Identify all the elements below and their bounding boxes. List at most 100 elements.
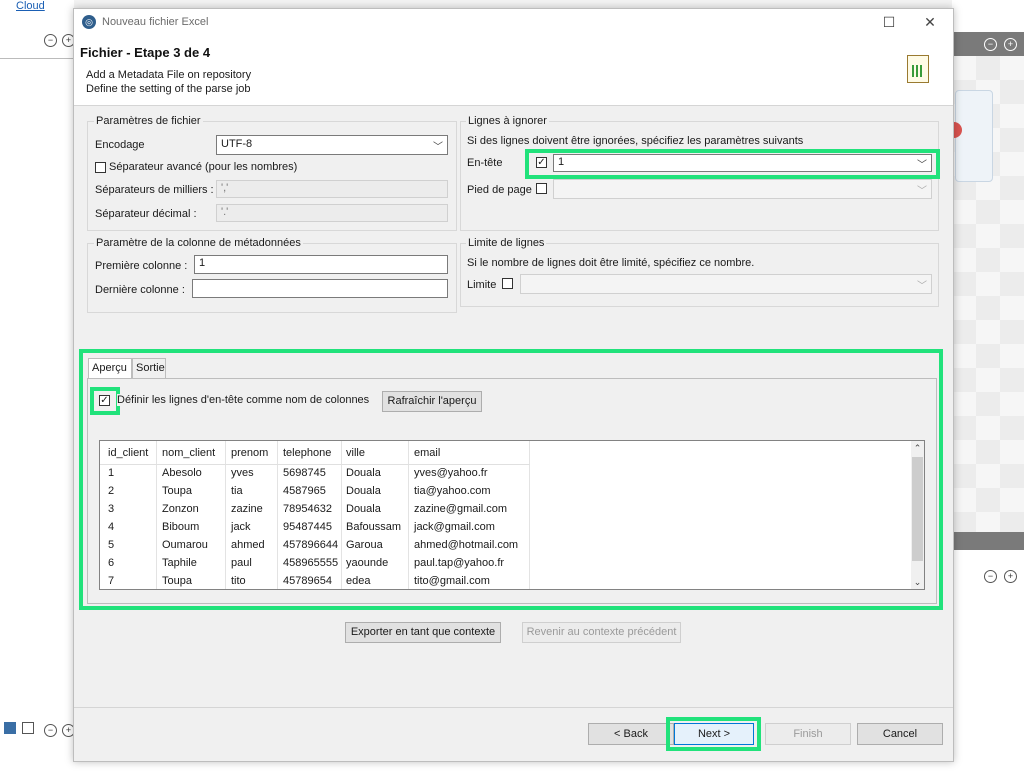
first-column-label: Première colonne : xyxy=(95,260,188,272)
header-lines-select[interactable]: 1 ﹀ xyxy=(553,154,932,172)
column-header[interactable]: prenom xyxy=(231,447,268,459)
table-cell: Douala xyxy=(346,503,381,515)
column-header[interactable]: telephone xyxy=(283,447,331,459)
column-header[interactable]: id_client xyxy=(108,447,148,459)
table-cell: zazine xyxy=(231,503,263,515)
table-cell: ahmed@hotmail.com xyxy=(414,539,519,551)
table-cell: 457896644 xyxy=(283,539,339,551)
table-cell: 2 xyxy=(108,485,115,497)
table-cell: paul xyxy=(231,557,252,569)
maximize-view-icon-3[interactable]: + xyxy=(1004,38,1017,51)
wizard-header: Fichier - Etape 3 de 4 Add a Metadata Fi… xyxy=(74,35,953,106)
view-header-bar-2 xyxy=(952,532,1024,550)
chevron-down-icon: ﹀ xyxy=(917,160,927,171)
table-header-row: id_client nom_client prenom telephone vi… xyxy=(100,444,530,462)
dialog-titlebar: ◎ Nouveau fichier Excel ☐ ✕ xyxy=(74,9,953,35)
table-cell: Garoua xyxy=(346,539,383,551)
new-excel-file-dialog: ◎ Nouveau fichier Excel ☐ ✕ Fichier - Et… xyxy=(73,8,954,762)
table-row[interactable]: 2 Toupa tia 4587965 Douala tia@yahoo.com xyxy=(100,482,530,500)
limit-checkbox[interactable] xyxy=(502,278,513,289)
ignore-lines-description: Si des lignes doivent être ignorées, spé… xyxy=(467,135,804,147)
table-cell: Toupa xyxy=(162,485,192,497)
decimal-separator-label: Séparateur décimal : xyxy=(95,208,197,220)
column-header[interactable]: ville xyxy=(346,447,365,459)
table-cell: 5 xyxy=(108,539,115,551)
table-row[interactable]: 4 Biboum jack 95487445 Bafoussam jack@gm… xyxy=(100,518,530,536)
last-column-input[interactable] xyxy=(192,279,448,298)
table-cell: 7 xyxy=(108,575,115,587)
column-header[interactable]: email xyxy=(414,447,440,459)
table-cell: Biboum xyxy=(162,521,200,533)
tab-apercu[interactable]: Aperçu xyxy=(88,358,132,378)
minimize-view-icon[interactable]: − xyxy=(44,34,57,47)
footer-lines-select[interactable]: ﹀ xyxy=(553,179,932,199)
finish-button[interactable]: Finish xyxy=(765,723,851,745)
maximize-window-icon[interactable]: ☐ xyxy=(879,13,899,31)
table-cell: Douala xyxy=(346,485,381,497)
table-row[interactable]: 6 Taphile paul 458965555 yaounde paul.ta… xyxy=(100,554,530,572)
header-lines-label: En-tête xyxy=(467,157,503,169)
table-row[interactable]: 1 Abesolo yves 5698745 Douala yves@yahoo… xyxy=(100,464,530,482)
table-cell: Bafoussam xyxy=(346,521,402,533)
footer-divider xyxy=(74,707,953,708)
scrollbar-thumb[interactable] xyxy=(912,457,923,561)
outline-icon[interactable] xyxy=(4,722,16,734)
limit-lines-label: Limite de lignes xyxy=(466,237,547,249)
cloud-link[interactable]: Cloud xyxy=(16,0,45,12)
table-cell: Douala xyxy=(346,467,381,479)
decimal-separator-input[interactable]: '.' xyxy=(216,204,448,222)
limit-select[interactable]: ﹀ xyxy=(520,274,932,294)
export-context-button[interactable]: Exporter en tant que contexte xyxy=(345,622,501,643)
cancel-button[interactable]: Cancel xyxy=(857,723,943,745)
header-lines-checkbox[interactable]: ✓ xyxy=(536,157,547,168)
job-component-node[interactable] xyxy=(955,90,993,182)
table-cell: 5698745 xyxy=(283,467,326,479)
background-toolbar xyxy=(74,0,952,8)
minimize-view-icon-4[interactable]: − xyxy=(984,570,997,583)
step-title: Fichier - Etape 3 de 4 xyxy=(80,45,211,60)
table-cell: 458965555 xyxy=(283,557,339,569)
refresh-preview-button[interactable]: Rafraîchir l'aperçu xyxy=(382,391,482,412)
thousands-separator-label: Séparateurs de milliers : xyxy=(95,184,214,196)
column-header[interactable]: nom_client xyxy=(162,447,215,459)
palette-icon[interactable] xyxy=(22,722,34,734)
revert-context-button[interactable]: Revenir au contexte précédent xyxy=(522,622,681,643)
table-cell: 6 xyxy=(108,557,115,569)
footer-lines-label: Pied de page xyxy=(467,184,532,196)
set-header-label: Définir les lignes d'en-tête comme nom d… xyxy=(117,394,370,406)
encoding-value: UTF-8 xyxy=(221,138,253,150)
scroll-down-icon[interactable]: ⌄ xyxy=(912,577,923,587)
table-cell: 95487445 xyxy=(283,521,332,533)
table-cell: 78954632 xyxy=(283,503,332,515)
table-row[interactable]: 3 Zonzon zazine 78954632 Douala zazine@g… xyxy=(100,500,530,518)
back-button[interactable]: < Back xyxy=(588,723,674,745)
table-cell: Toupa xyxy=(162,575,192,587)
encoding-select[interactable]: UTF-8 ﹀ xyxy=(216,135,448,155)
close-window-icon[interactable]: ✕ xyxy=(920,13,940,31)
footer-lines-checkbox[interactable] xyxy=(536,183,547,194)
table-cell: yves@yahoo.fr xyxy=(414,467,488,479)
table-cell: 4 xyxy=(108,521,115,533)
step-description-2: Define the setting of the parse job xyxy=(86,83,251,95)
table-row[interactable]: 7 Toupa tito 45789654 edea tito@gmail.co… xyxy=(100,572,530,589)
metadata-column-label: Paramètre de la colonne de métadonnées xyxy=(94,237,303,249)
table-cell: edea xyxy=(346,575,371,587)
excel-file-icon xyxy=(907,55,929,83)
table-cell: tito xyxy=(231,575,246,587)
scroll-up-icon[interactable]: ⌃ xyxy=(912,443,923,453)
preview-table[interactable]: id_client nom_client prenom telephone vi… xyxy=(99,440,925,590)
thousands-separator-input[interactable]: ',' xyxy=(216,180,448,198)
tab-sortie[interactable]: Sortie xyxy=(132,358,166,378)
table-cell: paul.tap@yahoo.fr xyxy=(414,557,505,569)
chevron-down-icon: ﹀ xyxy=(917,186,927,197)
first-column-input[interactable]: 1 xyxy=(194,255,448,274)
file-params-label: Paramètres de fichier xyxy=(94,115,203,127)
minimize-view-icon-2[interactable]: − xyxy=(44,724,57,737)
next-button[interactable]: Next > xyxy=(674,723,754,745)
maximize-view-icon-4[interactable]: + xyxy=(1004,570,1017,583)
advanced-separator-checkbox[interactable] xyxy=(95,162,106,173)
table-row[interactable]: 5 Oumarou ahmed 457896644 Garoua ahmed@h… xyxy=(100,536,530,554)
minimize-view-icon-3[interactable]: − xyxy=(984,38,997,51)
table-cell: jack xyxy=(231,521,251,533)
set-header-checkbox[interactable]: ✓ xyxy=(99,395,110,406)
